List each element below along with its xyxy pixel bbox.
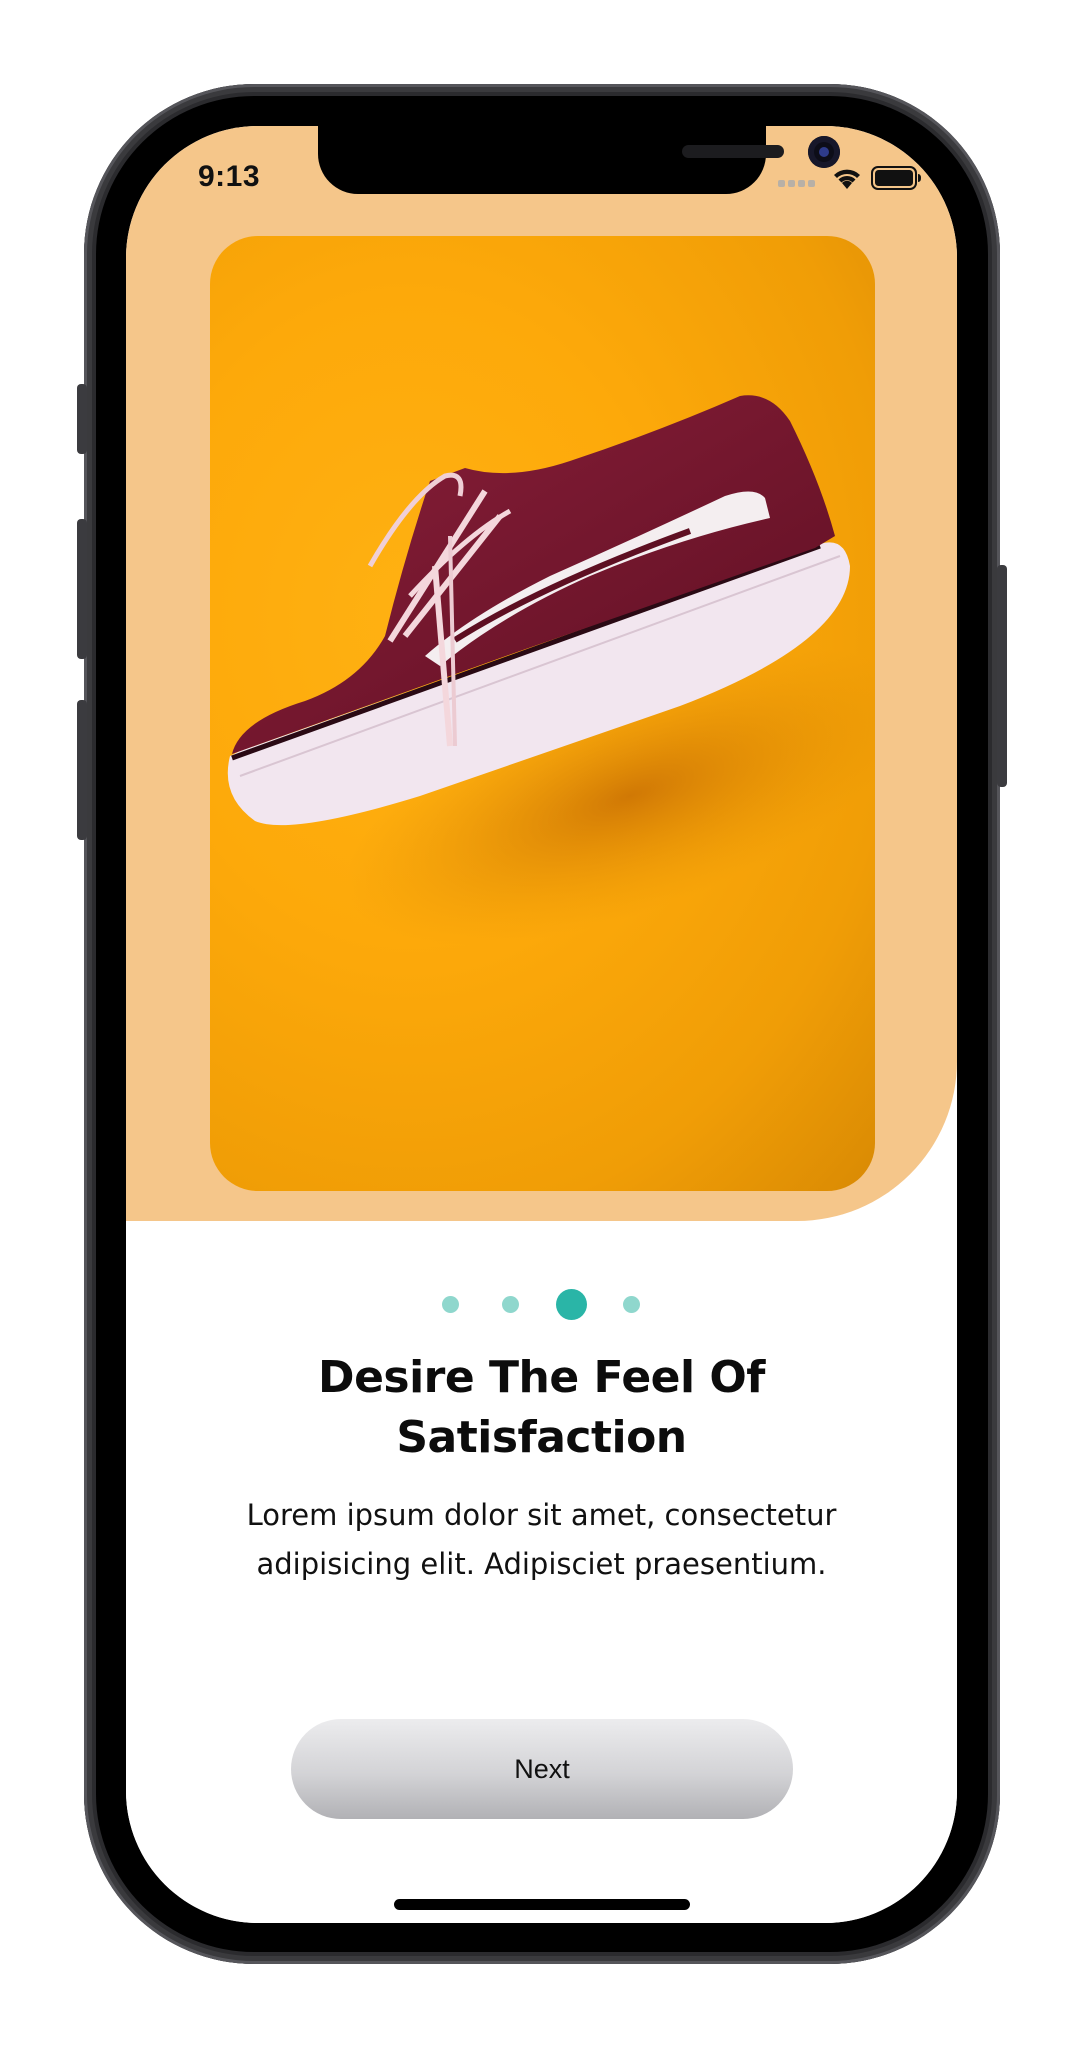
product-photo [210, 236, 875, 1191]
volume-down-button [77, 700, 87, 840]
page-indicator [126, 1288, 957, 1320]
wifi-icon [834, 169, 860, 189]
page-dot-4[interactable] [623, 1296, 640, 1313]
onboarding-title: Desire The Feel Of Satisfaction [318, 1352, 765, 1463]
next-button[interactable]: Next [291, 1719, 793, 1819]
battery-icon [871, 166, 921, 190]
cellular-signal-icon [778, 180, 815, 187]
onboarding-description: Lorem ipsum dolor sit amet, consectetur … [246, 1498, 837, 1581]
next-button-label: Next [514, 1753, 570, 1784]
screen: 9:13 Desire The Feel Of Satisfaction Lor… [126, 126, 957, 1923]
page-dot-1[interactable] [442, 1296, 459, 1313]
notch [318, 126, 840, 194]
status-time: 9:13 [198, 160, 261, 193]
silent-switch [77, 384, 87, 454]
home-indicator[interactable] [394, 1899, 690, 1910]
power-button [997, 565, 1007, 787]
speaker-grille [682, 145, 784, 158]
sneaker-image [227, 395, 875, 946]
page-dot-2[interactable] [502, 1296, 519, 1313]
page-dot-3-active[interactable] [556, 1289, 587, 1320]
volume-up-button [77, 519, 87, 659]
